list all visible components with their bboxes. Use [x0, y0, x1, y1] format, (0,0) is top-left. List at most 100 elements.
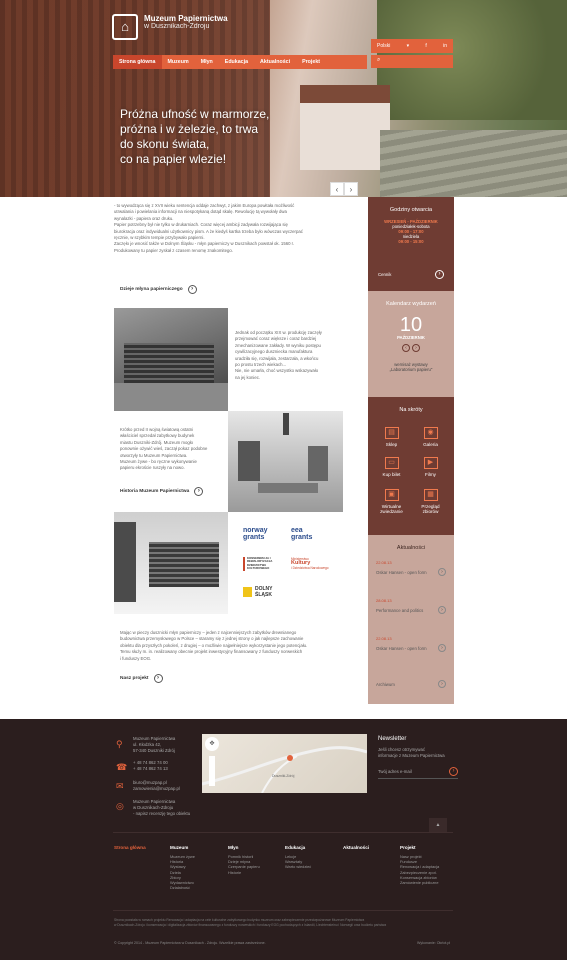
- logo-text: norway: [243, 527, 268, 534]
- shortcut-ticket[interactable]: ▭ Kup bilet: [374, 457, 409, 477]
- text-line: papieru ekroście ruszyły na nowo.: [120, 465, 185, 471]
- footer-col-title[interactable]: Aktualności: [343, 845, 369, 850]
- block1-text: Jednak od początku XIX w. produkcję zacz…: [235, 330, 355, 381]
- folder-icon: ▦: [423, 489, 438, 501]
- mill-history-link[interactable]: Dzieje młyna papierniczego ›: [120, 285, 197, 294]
- tripadvisor-review[interactable]: Muzeum Papiernictwa w Dusznikach-Zdroju …: [133, 799, 190, 817]
- nav-item-mill[interactable]: Młyn: [195, 55, 219, 69]
- search-icon[interactable]: ⌕: [377, 57, 380, 63]
- dolny-slask-logo[interactable]: DOLNY ŚLĄSK: [243, 586, 273, 598]
- headline-line: próżna i w żelezie, to trwa: [120, 122, 259, 136]
- link-label: Nasz projekt: [120, 676, 149, 681]
- map-pan-control[interactable]: ✥: [205, 737, 219, 751]
- footer-link[interactable]: Działalność: [170, 885, 195, 890]
- link-label: Dzieje młyna papierniczego: [120, 287, 183, 292]
- archive-link[interactable]: Archiwum ›: [376, 680, 446, 688]
- link-label: Cennik: [378, 272, 392, 277]
- shortcut-films[interactable]: ▶ Filmy: [413, 457, 448, 477]
- calendar-day: 10: [399, 314, 423, 336]
- email-link[interactable]: zamowienia@muzpap.pl: [133, 786, 180, 792]
- footer-link[interactable]: Renowacja i adaptacja: [400, 864, 439, 869]
- winter-mill-photo: [114, 512, 228, 614]
- chevron-down-icon[interactable]: ▾: [407, 43, 410, 49]
- arrow-right-icon: ›: [438, 644, 446, 652]
- opening-hours-box: Godziny otwarcia WRZESIEŃ - PAŹDZIERNIK …: [368, 197, 454, 291]
- sidebar: Godziny otwarcia WRZESIEŃ - PAŹDZIERNIK …: [368, 197, 454, 704]
- credit-link[interactable]: Wykonanie: Okrlot.pl: [417, 941, 450, 945]
- arrow-right-icon: ›: [438, 568, 446, 576]
- shortcut-gallery[interactable]: ◉ Galeria: [413, 427, 448, 447]
- shortcut-virtual-tour[interactable]: ▣ Wirtualne zwiedzanie: [374, 489, 409, 514]
- shop-icon: ▤: [384, 427, 399, 439]
- footer-col-title[interactable]: Projekt: [400, 845, 439, 850]
- norway-grants-logo[interactable]: norway grants: [243, 527, 268, 541]
- linkedin-icon[interactable]: in: [443, 43, 447, 49]
- museum-logo-icon: ⌂: [112, 14, 138, 40]
- site-logo[interactable]: ⌂ Muzeum Papiernictwa w Dusznikach-Zdroj…: [112, 14, 228, 40]
- eagle-icon: [243, 587, 252, 597]
- mill-old-photo: [114, 308, 228, 411]
- logo-text: i Dziedzictwa Narodowego: [291, 566, 329, 570]
- news-box: Aktualności 22.08.13 Oskar Hansen - open…: [368, 535, 454, 704]
- newsletter-submit-button[interactable]: ›: [449, 767, 458, 776]
- scroll-top-button[interactable]: ▲: [429, 818, 447, 832]
- nav-item-home[interactable]: Strona główna: [113, 55, 162, 69]
- language-select[interactable]: Polski: [377, 43, 390, 49]
- shortcut-collections[interactable]: ▦ Przegląd zbiorów: [413, 489, 448, 514]
- interior-photo: [228, 411, 343, 512]
- event-title[interactable]: „Laboratorium papieru": [368, 367, 454, 372]
- arrow-right-icon: ›: [153, 674, 163, 683]
- language-bar: Polski ▾ f in: [371, 39, 453, 53]
- slider-arrows: ‹ ›: [330, 182, 358, 196]
- nav-item-news[interactable]: Aktualności: [254, 55, 296, 69]
- map-label: Duszniki-Zdrój: [272, 774, 295, 778]
- news-date: 22.08.13: [376, 636, 392, 641]
- location-map[interactable]: ✥ Duszniki-Zdrój: [202, 734, 367, 793]
- footer-link[interactable]: Czerpanie papieru: [228, 864, 260, 869]
- museum-history-link[interactable]: Historia Muzeum Papiernictwa ›: [120, 487, 204, 496]
- shortcut-shop[interactable]: ▤ Sklep: [374, 427, 409, 447]
- newsletter-email-input[interactable]: Twój adres e-mail: [378, 769, 412, 775]
- footer-col-title[interactable]: Młyn: [228, 845, 260, 850]
- price-list-link[interactable]: Cennik ›: [378, 270, 444, 279]
- address: Muzeum Papiernictwa ul. Kłodzka 42, 57-3…: [133, 736, 175, 754]
- nav-item-project[interactable]: Projekt: [296, 55, 326, 69]
- logo-text: grants: [243, 534, 265, 541]
- footer-col-title[interactable]: Edukacja: [285, 845, 311, 850]
- nav-item-education[interactable]: Edukacja: [219, 55, 254, 69]
- text-line: na jej koniec.: [235, 374, 261, 380]
- link-label: Historia Muzeum Papiernictwa: [120, 489, 190, 494]
- hero-house-image: [300, 85, 390, 170]
- footer-col-mill: Młyn Pomnik historii Dzieje młyna Czerpa…: [228, 845, 260, 875]
- our-project-link[interactable]: Nasz projekt ›: [120, 674, 163, 683]
- calendar-next-button[interactable]: ›: [412, 344, 420, 352]
- search-input[interactable]: ⌕: [371, 55, 453, 68]
- map-zoom-slider[interactable]: [209, 756, 215, 786]
- news-item[interactable]: 22.08.13 Oskar Hansen - open form ›: [376, 560, 446, 576]
- footer-col-title[interactable]: Muzeum: [170, 845, 195, 850]
- news-item[interactable]: 22.08.13 Oskar Hansen - open form ›: [376, 636, 446, 652]
- calendar-prev-button[interactable]: ‹: [402, 344, 410, 352]
- tripadvisor-icon: ◎: [116, 801, 124, 811]
- footer-link[interactable]: Warto wiedzieć: [285, 864, 311, 869]
- headline-line: Próżna ufność w marmorze,: [120, 107, 270, 121]
- news-item[interactable]: 28.08.13 Performance and politics ›: [376, 598, 446, 614]
- prev-slide-button[interactable]: ‹: [330, 182, 344, 196]
- shortcut-label: Filmy: [425, 472, 436, 477]
- ministry-logo[interactable]: Ministerstwo Kultury i Dziedzictwa Narod…: [291, 557, 329, 570]
- logo-text: ŚLĄSK: [255, 591, 272, 598]
- footer-link[interactable]: Zamówienie publiczne: [400, 880, 439, 885]
- eea-grants-logo[interactable]: eea grants: [291, 527, 312, 541]
- konserwacja-logo[interactable]: KONSERWACJA I REWALORYZACJA DZIEDZICTWA …: [243, 556, 279, 571]
- logo-subtitle: w Dusznikach-Zdroju: [144, 23, 210, 30]
- next-slide-button[interactable]: ›: [344, 182, 358, 196]
- nav-item-museum[interactable]: Muzeum: [162, 55, 195, 69]
- copyright: © Copyright 2014 - Muzeum Papiernictwa w…: [114, 941, 266, 945]
- phones: + 48 74 862 74 00 + 48 74 862 74 13: [133, 760, 168, 772]
- ticket-icon: ▭: [384, 457, 399, 469]
- arrow-right-icon: ›: [187, 285, 197, 294]
- footer-link[interactable]: Historie: [228, 870, 260, 875]
- facebook-icon[interactable]: f: [425, 43, 426, 49]
- footer-col-title[interactable]: Strona główna: [114, 845, 146, 850]
- phone-number[interactable]: + 48 74 862 74 13: [133, 766, 168, 772]
